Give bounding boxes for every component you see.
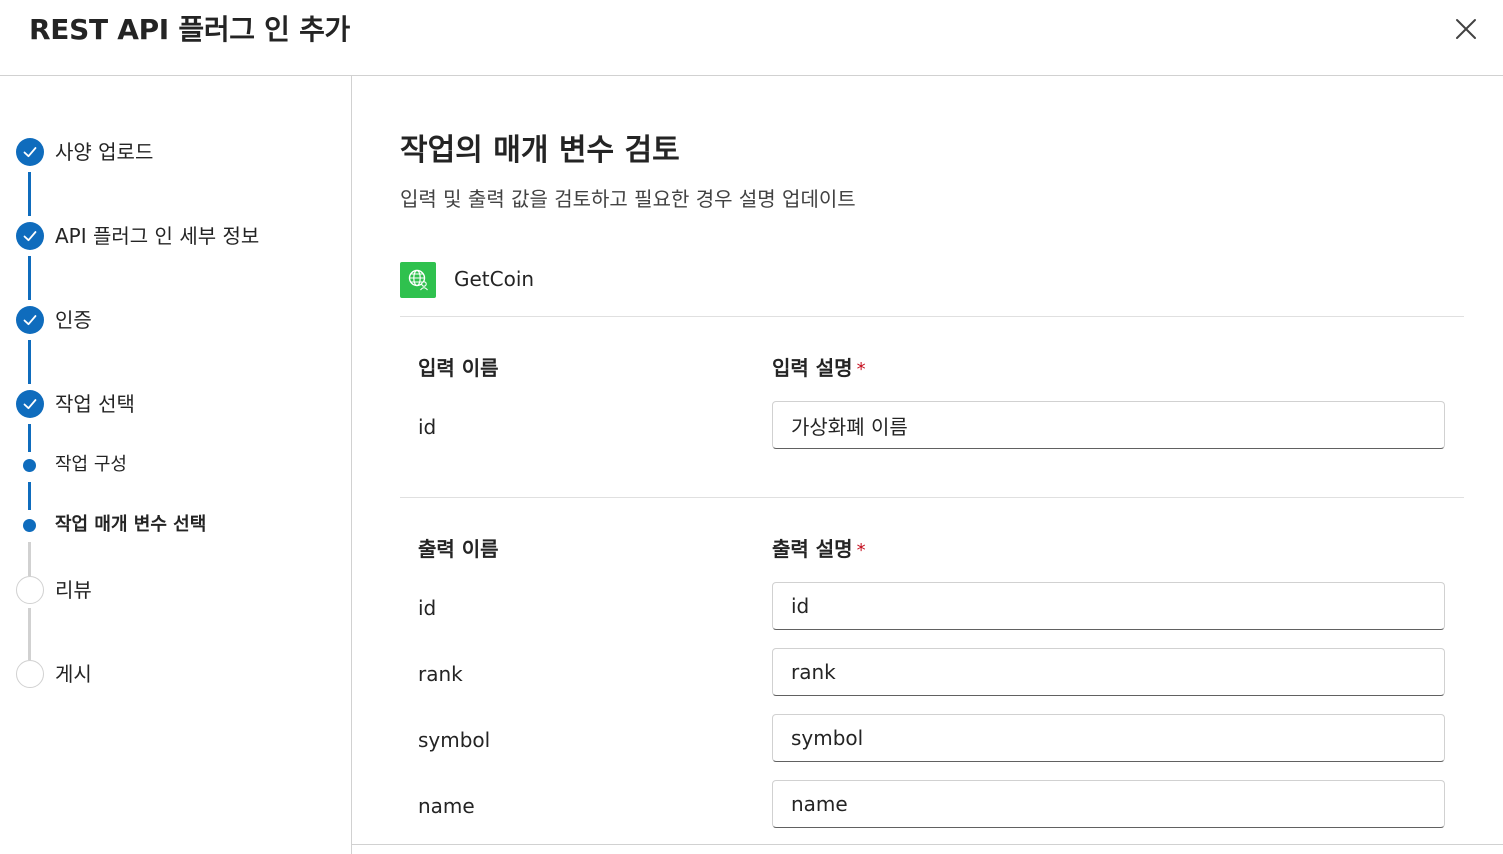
footer-divider xyxy=(352,844,1503,845)
step-dot-icon xyxy=(23,519,36,532)
operation-name: GetCoin xyxy=(454,267,535,291)
output-description-field[interactable] xyxy=(772,780,1445,828)
check-icon xyxy=(16,222,44,250)
step-label: 리뷰 xyxy=(55,578,92,602)
step-review[interactable]: 리뷰 xyxy=(0,570,352,610)
close-button[interactable] xyxy=(1450,13,1482,45)
output-param-name: rank xyxy=(418,662,463,686)
step-connector xyxy=(28,608,31,660)
step-connector xyxy=(28,172,31,216)
required-asterisk: * xyxy=(856,540,866,561)
step-dot-icon xyxy=(23,459,36,472)
output-description-header: 출력 설명 * xyxy=(772,536,866,564)
step-plugin-details[interactable]: API 플러그 인 세부 정보 xyxy=(0,216,352,256)
output-description-header-label: 출력 설명 xyxy=(772,537,853,561)
output-description-field[interactable] xyxy=(772,714,1445,762)
close-icon xyxy=(1456,19,1476,39)
wizard-stepper: 사양 업로드 API 플러그 인 세부 정보 인증 작업 선택 작업 구성 작업… xyxy=(0,76,352,854)
step-connector xyxy=(28,340,31,384)
output-param-name: name xyxy=(418,794,475,818)
step-label: 인증 xyxy=(55,308,92,332)
output-description-field[interactable] xyxy=(772,582,1445,630)
step-authentication[interactable]: 인증 xyxy=(0,300,352,340)
step-connector xyxy=(28,424,31,452)
dialog-header: REST API 플러그 인 추가 xyxy=(0,0,1503,76)
output-param-name: symbol xyxy=(418,728,491,752)
required-asterisk: * xyxy=(856,359,866,380)
step-connector xyxy=(28,256,31,300)
output-name-header: 출력 이름 xyxy=(418,537,499,561)
check-icon xyxy=(16,390,44,418)
step-label: API 플러그 인 세부 정보 xyxy=(55,224,260,248)
empty-circle-icon xyxy=(16,660,44,688)
check-icon xyxy=(16,306,44,334)
divider xyxy=(400,316,1464,317)
input-description-header: 입력 설명 * xyxy=(772,355,866,383)
divider xyxy=(400,497,1464,498)
substep-select-parameters[interactable]: 작업 매개 변수 선택 xyxy=(0,510,352,540)
substep-configure-operation[interactable]: 작업 구성 xyxy=(0,450,352,480)
input-param-name: id xyxy=(418,415,437,439)
check-icon xyxy=(16,138,44,166)
step-label: 작업 매개 변수 선택 xyxy=(55,514,207,535)
page-title: 작업의 매개 변수 검토 xyxy=(400,133,680,168)
page-subtitle: 입력 및 출력 값을 검토하고 필요한 경우 설명 업데이트 xyxy=(400,187,856,211)
main-panel: 작업의 매개 변수 검토 입력 및 출력 값을 검토하고 필요한 경우 설명 업… xyxy=(352,76,1503,854)
step-label: 작업 구성 xyxy=(55,454,127,475)
step-upload-spec[interactable]: 사양 업로드 xyxy=(0,132,352,172)
step-label: 사양 업로드 xyxy=(55,140,154,164)
input-name-header: 입력 이름 xyxy=(418,356,499,380)
input-description-header-label: 입력 설명 xyxy=(772,356,853,380)
step-publish[interactable]: 게시 xyxy=(0,654,352,694)
step-connector xyxy=(28,482,31,510)
empty-circle-icon xyxy=(16,576,44,604)
output-param-name: id xyxy=(418,596,437,620)
step-select-operation[interactable]: 작업 선택 xyxy=(0,384,352,424)
step-label: 작업 선택 xyxy=(55,392,135,416)
dialog-title: REST API 플러그 인 추가 xyxy=(29,13,351,46)
globe-people-icon xyxy=(400,262,436,298)
step-label: 게시 xyxy=(55,662,92,686)
output-description-field[interactable] xyxy=(772,648,1445,696)
input-description-field[interactable] xyxy=(772,401,1445,449)
